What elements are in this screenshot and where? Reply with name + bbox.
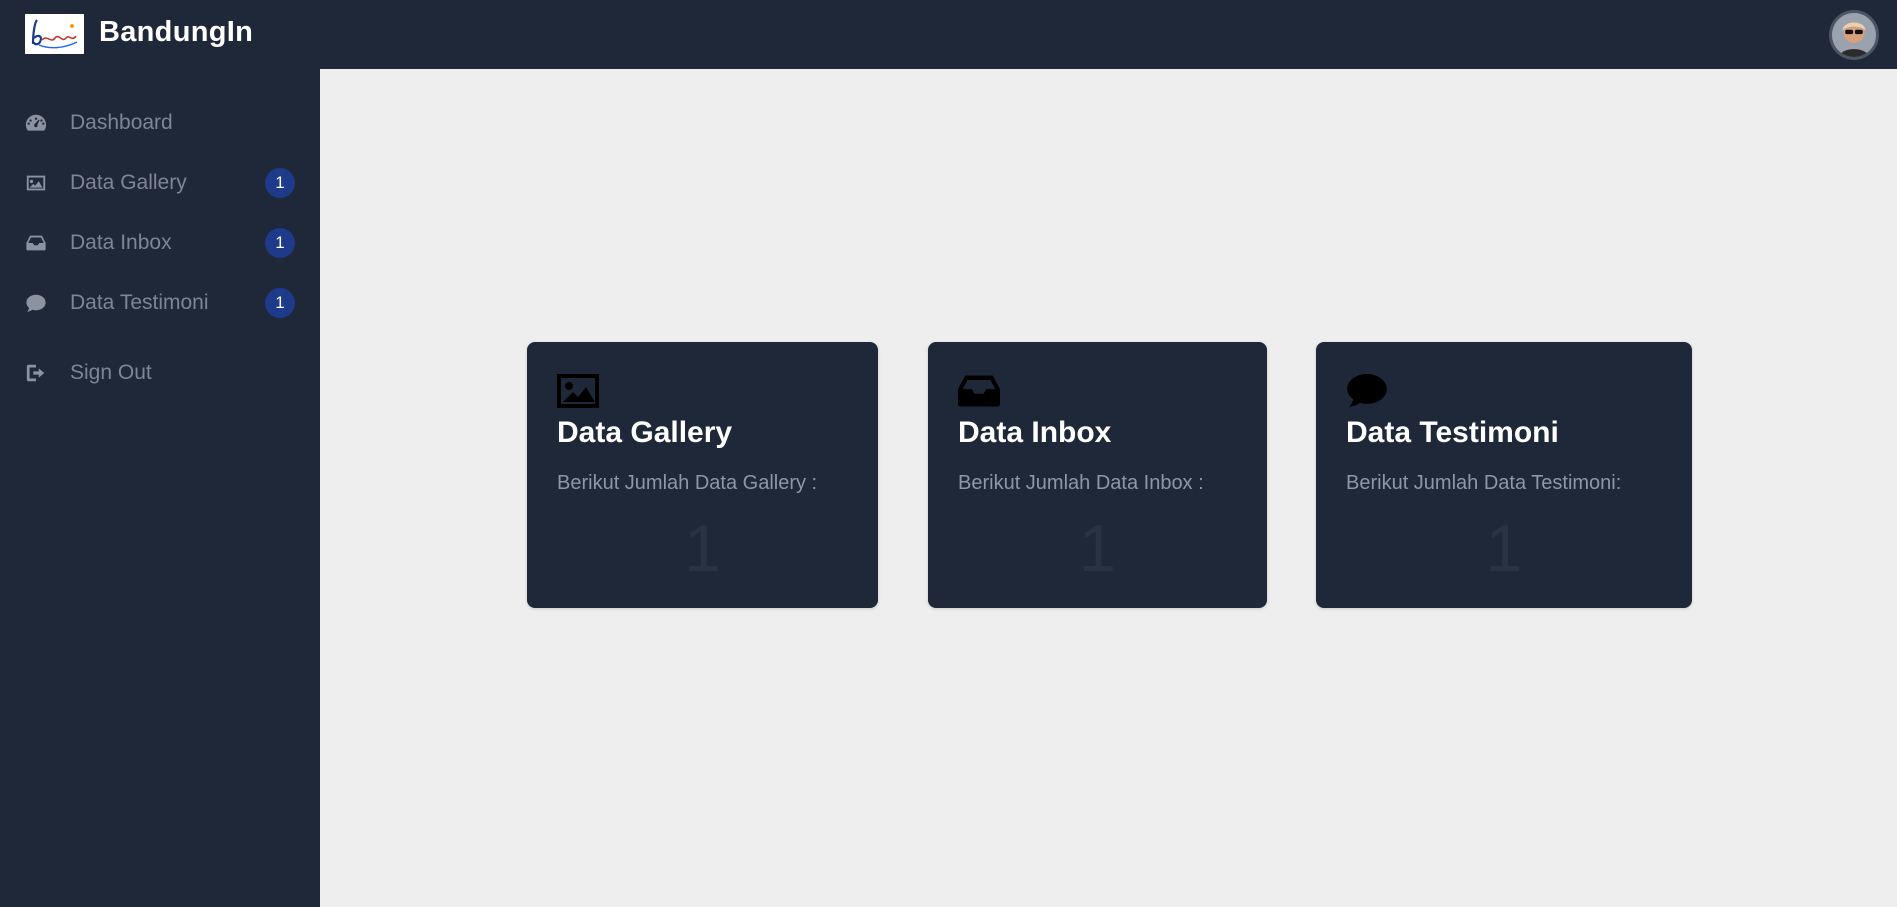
card-description: Berikut Jumlah Data Inbox : [958, 472, 1204, 494]
card-title: Data Inbox [958, 416, 1112, 449]
inbox-icon [24, 231, 48, 255]
card-description: Berikut Jumlah Data Testimoni: [1346, 472, 1622, 494]
sidebar: Dashboard Data Gallery 1 Data Inbox 1 Da… [0, 69, 320, 907]
sign-out-icon [24, 361, 48, 385]
card-title: Data Testimoni [1346, 416, 1559, 449]
card-count: 1 [684, 511, 721, 585]
avatar-icon [1832, 13, 1876, 57]
count-badge: 1 [265, 168, 295, 198]
image-icon [24, 171, 48, 195]
image-icon [557, 374, 599, 408]
user-avatar[interactable] [1829, 10, 1879, 60]
sidebar-item-label: Data Inbox [70, 231, 172, 254]
card-data-inbox[interactable]: Data Inbox Berikut Jumlah Data Inbox : 1 [928, 342, 1267, 608]
sidebar-item-label: Dashboard [70, 111, 173, 134]
brand-name[interactable]: BandungIn [99, 16, 253, 49]
dashboard-icon [24, 111, 48, 135]
card-data-testimoni[interactable]: Data Testimoni Berikut Jumlah Data Testi… [1316, 342, 1692, 608]
top-navbar: BandungIn [0, 0, 1897, 69]
sidebar-item-data-testimoni[interactable]: Data Testimoni 1 [0, 278, 320, 328]
sidebar-item-data-inbox[interactable]: Data Inbox 1 [0, 218, 320, 268]
sidebar-item-label: Data Testimoni [70, 291, 209, 314]
count-badge: 1 [265, 228, 295, 258]
comment-icon [1346, 374, 1388, 408]
sidebar-item-sign-out[interactable]: Sign Out [0, 348, 320, 398]
bandung-logo-icon [25, 14, 84, 54]
sidebar-item-label: Data Gallery [70, 171, 187, 194]
card-description: Berikut Jumlah Data Gallery : [557, 472, 818, 494]
sidebar-item-label: Sign Out [70, 361, 152, 384]
sidebar-item-data-gallery[interactable]: Data Gallery 1 [0, 158, 320, 208]
card-count: 1 [1079, 511, 1116, 585]
brand-logo[interactable] [25, 14, 84, 54]
comment-icon [24, 291, 48, 315]
card-count: 1 [1485, 511, 1523, 585]
card-title: Data Gallery [557, 416, 733, 449]
card-data-gallery[interactable]: Data Gallery Berikut Jumlah Data Gallery… [527, 342, 878, 608]
inbox-icon [958, 374, 1000, 408]
sidebar-item-dashboard[interactable]: Dashboard [0, 98, 320, 148]
count-badge: 1 [265, 288, 295, 318]
